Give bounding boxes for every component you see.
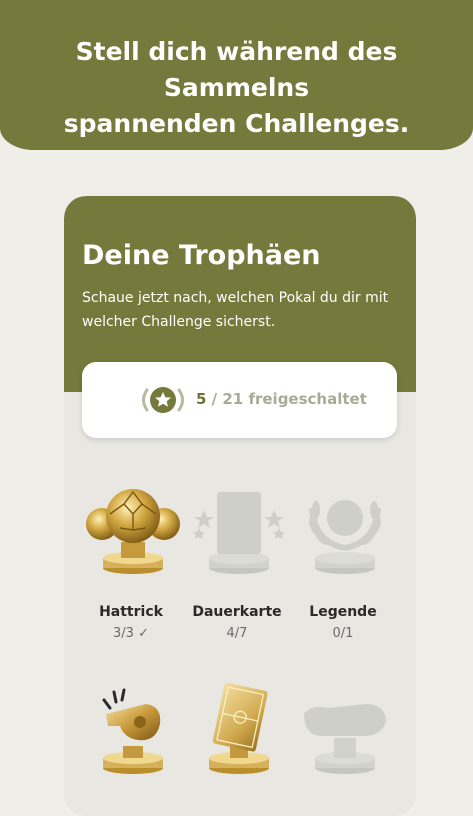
trophy-name: Hattrick (99, 604, 163, 620)
trophy-legende-icon[interactable] (292, 480, 398, 580)
trophy-dauerkarte-icon[interactable] (186, 480, 292, 580)
page-title: Deine Trophäen (82, 240, 321, 271)
trophy-progress: 0/1 (332, 626, 354, 641)
trophy-shoe-icon[interactable] (292, 680, 398, 780)
unlock-counter-card: 5 / 21 freigeschaltet (82, 362, 397, 438)
star-badge-icon (142, 387, 184, 413)
trophy-name: Dauerkarte (192, 604, 282, 620)
unlock-counter-text: 5 / 21 freigeschaltet (196, 390, 367, 408)
page-subtitle: Schaue jetzt nach, welchen Pokal du dir … (82, 290, 389, 330)
trophy-progress: 4/7 (226, 626, 248, 641)
headline-banner: Stell dich während des Sammelns spannend… (0, 0, 473, 150)
unlocked-count: 5 (196, 390, 207, 408)
trophy-progress: 3/3 ✓ (113, 626, 149, 641)
trophy-whistle-icon[interactable] (80, 680, 186, 780)
trophy-hattrick-icon[interactable] (80, 480, 186, 580)
trophy-tactic-board-icon[interactable] (186, 680, 292, 780)
headline-text: Stell dich während des Sammelns spannend… (63, 37, 410, 138)
total-label: / 21 freigeschaltet (206, 390, 367, 408)
trophy-name: Legende (309, 604, 377, 620)
